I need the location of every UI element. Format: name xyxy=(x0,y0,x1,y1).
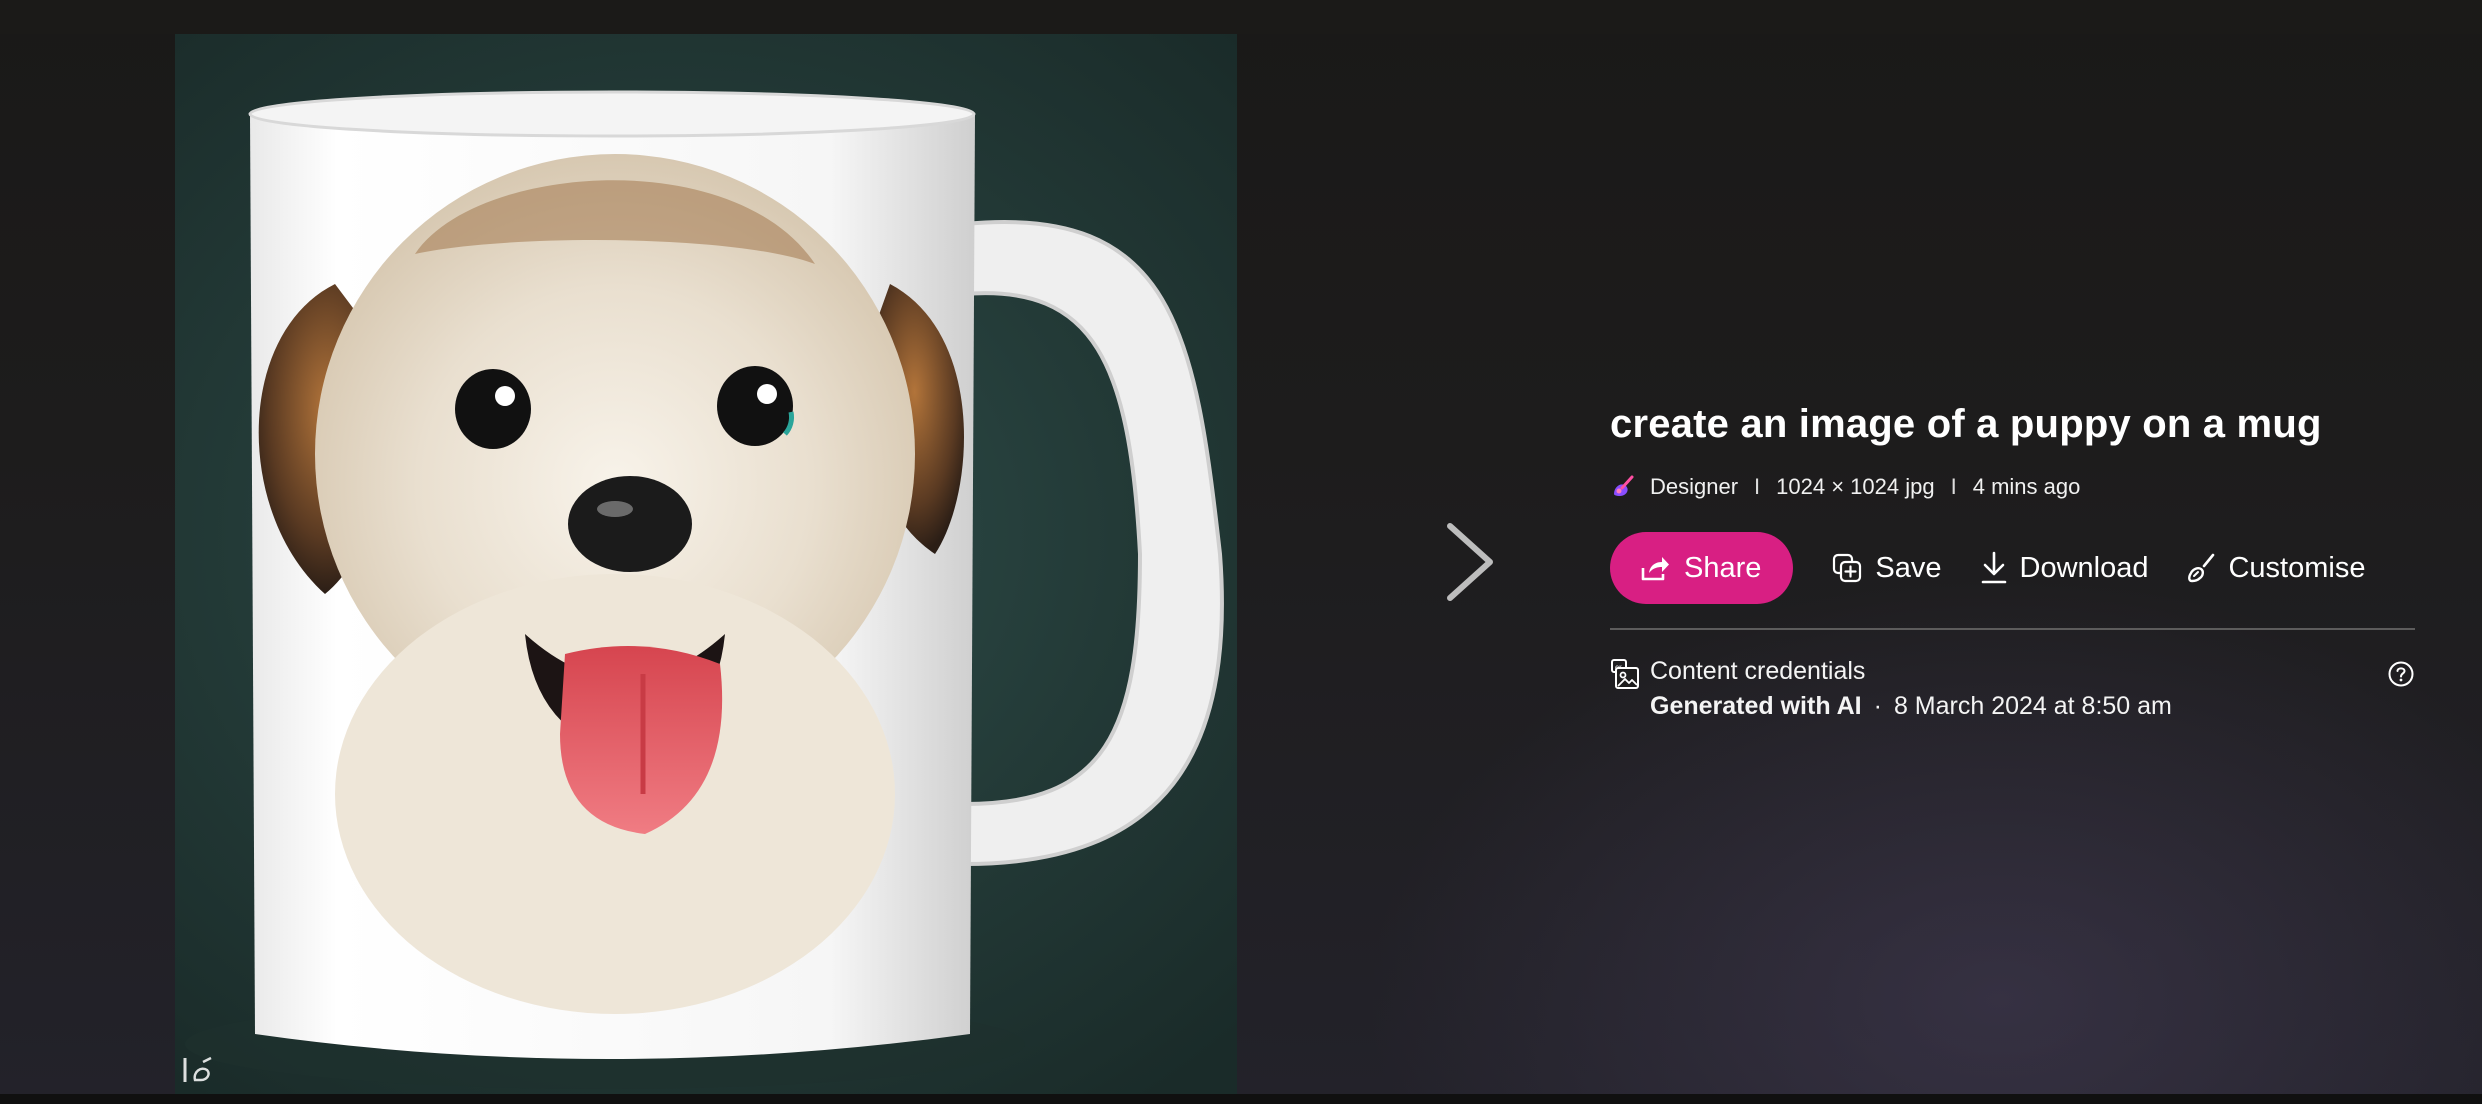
customise-button[interactable]: Customise xyxy=(2186,552,2365,585)
image-meta: Designer I 1024 × 1024 jpg I 4 mins ago xyxy=(1610,474,2415,500)
app-name: Designer xyxy=(1650,474,1739,499)
generated-date: 8 March 2024 at 8:50 am xyxy=(1893,692,2172,720)
content-credentials: cr Content credentials Generated with AI… xyxy=(1610,656,2415,721)
bottom-strip xyxy=(0,1094,2482,1104)
share-button[interactable]: Share xyxy=(1610,532,1794,604)
customise-label: Customise xyxy=(2228,551,2366,584)
image-dimensions: 1024 × 1024 jpg xyxy=(1776,474,1935,499)
divider xyxy=(1610,628,2415,630)
top-strip xyxy=(0,0,2482,34)
content-credentials-icon: cr xyxy=(1611,659,1639,689)
generated-with-ai: Generated with AI xyxy=(1650,692,1862,720)
download-button[interactable]: Download xyxy=(1980,551,2149,585)
time-ago: 4 mins ago xyxy=(1972,474,2081,499)
generated-image[interactable] xyxy=(175,34,1237,1094)
chevron-right-icon[interactable] xyxy=(1440,520,1500,604)
image-title: create an image of a puppy on a mug xyxy=(1610,402,2322,446)
share-icon xyxy=(1640,554,1670,582)
action-bar: Share Save Download Customise xyxy=(1610,532,2415,604)
puppy-mug-image xyxy=(185,90,1224,1089)
meta-separator: I xyxy=(1754,474,1761,499)
save-collection-icon xyxy=(1831,552,1863,584)
credentials-separator: · xyxy=(1873,692,1882,720)
designer-logo-icon xyxy=(1614,475,1634,496)
credentials-info: Generated with AI · 8 March 2024 at 8:50 a… xyxy=(1650,692,2172,721)
share-label: Share xyxy=(1684,551,1762,584)
meta-separator: I xyxy=(1950,474,1957,499)
designer-watermark-icon xyxy=(183,1056,212,1082)
save-button[interactable]: Save xyxy=(1831,551,1942,585)
help-circle-icon[interactable] xyxy=(2387,660,2415,688)
download-label: Download xyxy=(2019,551,2149,584)
credentials-label: Content credentials xyxy=(1650,657,1866,685)
download-icon xyxy=(1980,551,2008,585)
save-label: Save xyxy=(1875,551,1942,584)
image-details-panel: create an image of a puppy on a mug Desi… xyxy=(1610,400,2415,721)
paintbrush-icon xyxy=(2186,552,2216,584)
